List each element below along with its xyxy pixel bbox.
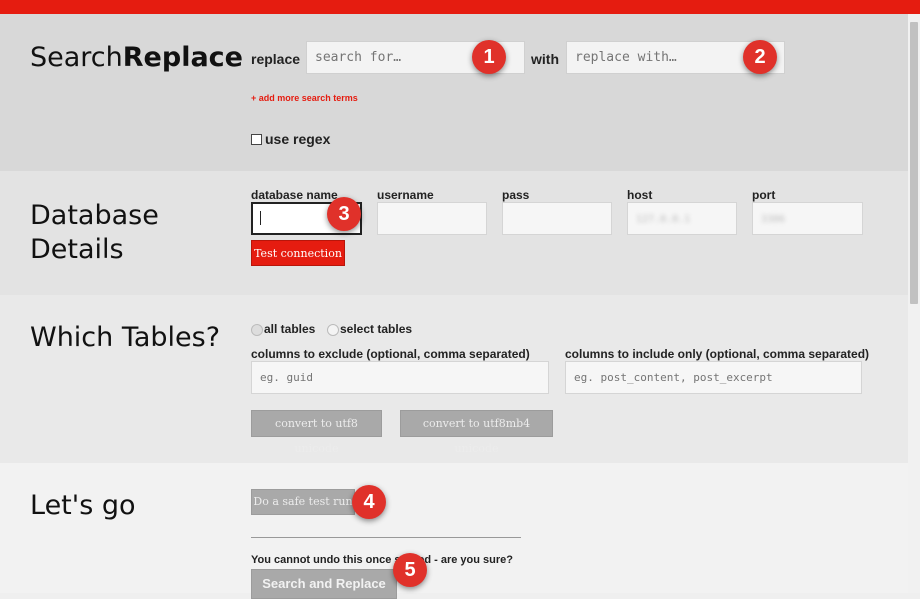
database-details-title-line2: Details [30,234,124,265]
top-accent-bar [0,0,920,14]
annotation-badge-2: 2 [743,40,777,74]
include-columns-input[interactable] [565,361,862,394]
safe-test-run-button[interactable]: Do a safe test run [251,489,355,515]
pass-input[interactable] [502,202,612,235]
lets-go-section: Let's go Do a safe test run You cannot u… [0,463,908,599]
annotation-badge-5: 5 [393,553,427,587]
which-tables-section: Which Tables? all tables select tables c… [0,295,908,463]
add-more-search-terms-link[interactable]: + add more search terms [251,93,358,103]
select-tables-radio[interactable] [327,324,339,336]
app-title: SearchReplace [30,41,243,75]
convert-utf8-button[interactable]: convert to utf8 unicode [251,410,382,455]
host-input[interactable]: 127.0.0.1 [627,202,737,235]
replace-label: replace [251,51,301,67]
username-input[interactable] [377,202,487,235]
database-details-title: Database Details [30,199,159,267]
select-tables-label: select tables [340,322,413,336]
pass-label: pass [502,188,530,202]
text-caret [260,211,261,225]
test-connection-button[interactable]: Test connection [251,240,345,266]
port-value: 3306 [761,214,786,225]
host-label: host [627,188,653,202]
host-value: 127.0.0.1 [636,214,691,225]
port-label: port [752,188,776,202]
username-label: username [377,188,434,202]
convert-utf8mb4-button[interactable]: convert to utf8mb4 unicode [400,410,553,455]
divider [251,537,521,538]
annotation-badge-3: 3 [327,197,361,231]
port-input[interactable]: 3306 [752,202,863,235]
annotation-badge-1: 1 [472,40,506,74]
scrollbar-thumb[interactable] [910,22,918,304]
database-details-section: Database Details database name username … [0,171,908,295]
database-details-title-line1: Database [30,200,159,231]
lets-go-title: Let's go [30,490,136,521]
use-regex-checkbox[interactable] [251,134,262,145]
undo-warning-text: You cannot undo this once started - are … [251,554,513,566]
exclude-columns-label: columns to exclude (optional, comma sepa… [251,347,530,361]
annotation-badge-4: 4 [352,485,386,519]
use-regex-label: use regex [265,131,331,147]
search-and-replace-button[interactable]: Search and Replace [251,569,397,599]
with-label: with [531,51,559,67]
all-tables-radio[interactable] [251,324,263,336]
database-name-label: database name [251,188,338,202]
which-tables-title: Which Tables? [30,322,221,353]
include-columns-label: columns to include only (optional, comma… [565,347,870,361]
app-title-light: Search [30,42,123,73]
all-tables-label: all tables [264,322,316,336]
exclude-columns-input[interactable] [251,361,549,394]
search-replace-section: SearchReplace replace with + add more se… [0,14,908,171]
app-title-bold: Replace [122,42,243,73]
